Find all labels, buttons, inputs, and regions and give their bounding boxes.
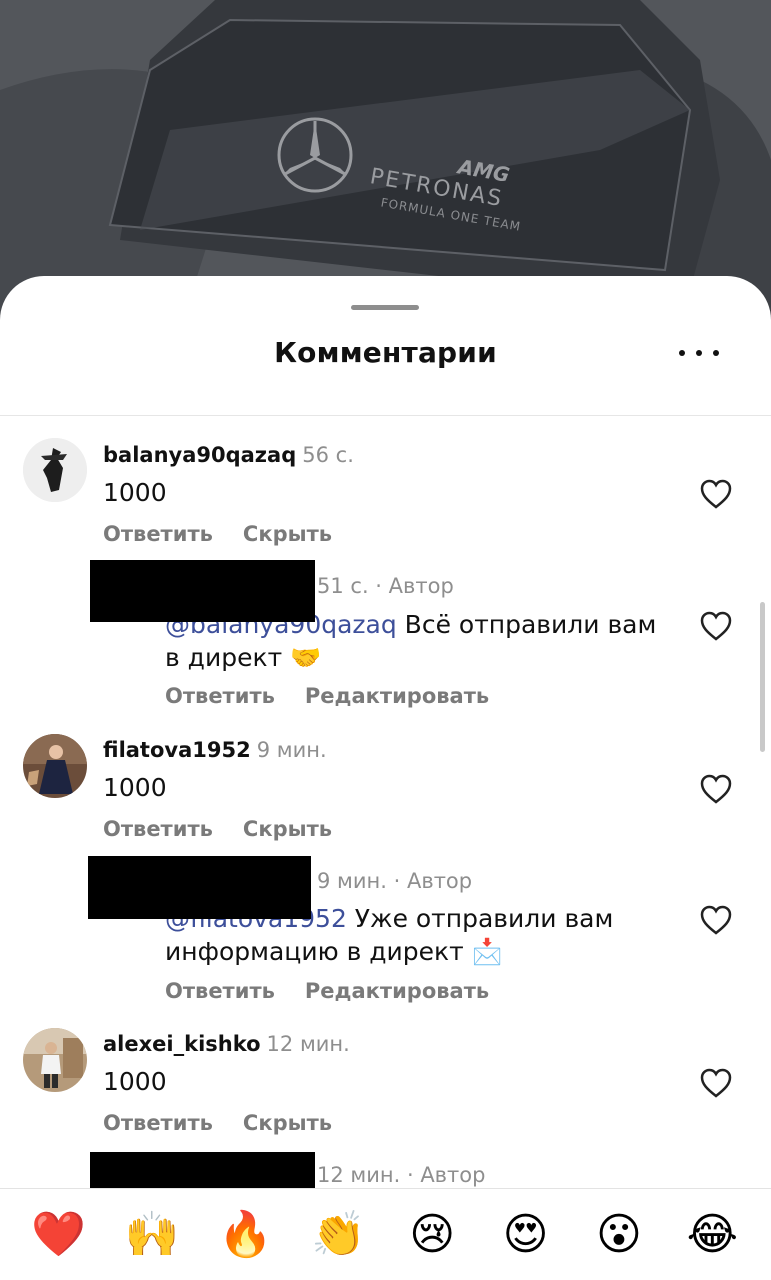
fire-emoji-reaction[interactable]: 🔥	[215, 1205, 275, 1265]
reply-time: 12 мин. · Автор	[317, 1163, 486, 1187]
header-divider	[0, 415, 771, 416]
comment-time: 12 мин.	[266, 1032, 350, 1056]
comment-time: 56 с.	[302, 443, 354, 467]
reply-button[interactable]: Ответить	[103, 522, 213, 546]
envelope-emoji: 📩	[471, 937, 503, 966]
clapping-emoji-reaction[interactable]: 👏	[309, 1205, 369, 1265]
ellipsis-dot	[713, 350, 719, 356]
reply-button[interactable]: Ответить	[165, 979, 275, 1003]
redacted-author-overlay	[90, 560, 315, 622]
scrollbar[interactable]	[760, 602, 765, 752]
comments-sheet: Комментарии balanya90qazaq 56 с. 1000 Отв…	[0, 276, 771, 1280]
comment-username[interactable]: filatova1952	[103, 738, 251, 762]
redacted-author	[88, 856, 311, 919]
crying-emoji-reaction[interactable]: 😢	[402, 1205, 462, 1265]
reply-text-line2: в директ	[165, 643, 283, 672]
quick-reactions-bar: ❤️ 🙌 🔥 👏 😢 😍 😮 😂	[0, 1189, 771, 1280]
like-heart-icon[interactable]	[699, 610, 733, 642]
like-heart-icon[interactable]	[699, 904, 733, 936]
comment-text: 1000	[103, 1067, 167, 1096]
heart-emoji-reaction[interactable]: ❤️	[29, 1205, 89, 1265]
avatar[interactable]	[23, 438, 87, 502]
comment-username[interactable]: balanya90qazaq	[103, 443, 296, 467]
avatar[interactable]	[23, 1028, 87, 1092]
laughing-emoji-reaction[interactable]: 😂	[682, 1205, 742, 1265]
reply-time: 51 с. · Автор	[317, 574, 454, 598]
edit-button[interactable]: Редактировать	[305, 979, 489, 1003]
surprised-emoji-reaction[interactable]: 😮	[589, 1205, 649, 1265]
reply-text-line1: Всё отправили вам	[396, 610, 657, 639]
handshake-emoji: 🤝	[290, 643, 322, 672]
ellipsis-icon	[679, 350, 685, 356]
hide-button[interactable]: Скрыть	[243, 1111, 332, 1135]
raised-hands-emoji-reaction[interactable]: 🙌	[122, 1205, 182, 1265]
like-heart-icon[interactable]	[699, 478, 733, 510]
comment-time: 9 мин.	[256, 738, 327, 762]
comment-username[interactable]: alexei_kishko	[103, 1032, 261, 1056]
comment-text: 1000	[103, 478, 167, 507]
avatar[interactable]	[23, 734, 87, 798]
comment-text: 1000	[103, 773, 167, 802]
more-options-button[interactable]	[679, 340, 719, 366]
edit-button[interactable]: Редактировать	[305, 684, 489, 708]
sheet-grabber[interactable]	[351, 305, 419, 310]
reply-text-line2: информацию в директ	[165, 937, 464, 966]
hide-button[interactable]: Скрыть	[243, 817, 332, 841]
reply-text-line1: Уже отправили вам	[346, 904, 614, 933]
reply-time: 9 мин. · Автор	[317, 869, 473, 893]
ellipsis-dot	[696, 350, 702, 356]
like-heart-icon[interactable]	[699, 773, 733, 805]
reply-button[interactable]: Ответить	[103, 1111, 213, 1135]
like-heart-icon[interactable]	[699, 1067, 733, 1099]
sheet-title: Комментарии	[274, 336, 497, 369]
reply-button[interactable]: Ответить	[103, 817, 213, 841]
heart-eyes-emoji-reaction[interactable]: 😍	[496, 1205, 556, 1265]
hide-button[interactable]: Скрыть	[243, 522, 332, 546]
reply-button[interactable]: Ответить	[165, 684, 275, 708]
